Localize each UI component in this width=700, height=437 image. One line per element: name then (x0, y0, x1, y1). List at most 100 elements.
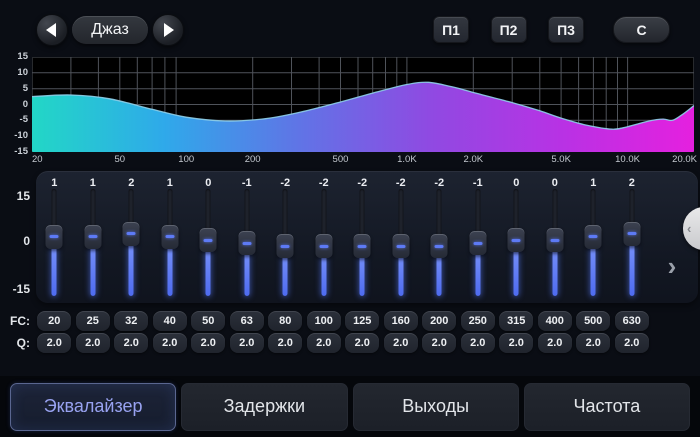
graph-y-tick: -15 (0, 147, 28, 157)
band-q-chip[interactable]: 2.0 (422, 333, 456, 353)
band-q-chip[interactable]: 2.0 (384, 333, 418, 353)
band-slider[interactable] (613, 189, 652, 296)
slider-axis-bottom-label: -15 (0, 282, 30, 296)
band-fc-chip[interactable]: 63 (230, 311, 264, 331)
tab-equalizer[interactable]: Эквалайзер (10, 383, 176, 431)
graph-x-tick: 20 (32, 154, 43, 165)
graph-x-tick: 2.0K (464, 154, 484, 165)
band-slider[interactable] (536, 189, 575, 296)
tab-delays[interactable]: Задержки (181, 383, 347, 431)
band-slider[interactable] (382, 189, 421, 296)
band-slider[interactable] (74, 189, 113, 296)
slider-thumb[interactable] (277, 234, 294, 258)
q-row-label: Q: (0, 336, 30, 350)
slider-thumb[interactable] (508, 228, 525, 252)
band-fc-chip[interactable]: 20 (37, 311, 71, 331)
band-slider[interactable] (343, 189, 382, 296)
band-slider[interactable] (35, 189, 74, 296)
band-q-chip[interactable]: 2.0 (576, 333, 610, 353)
slider-thumb[interactable] (46, 225, 63, 249)
band-slider[interactable] (228, 189, 267, 296)
preset-memory-button-2[interactable]: П2 (491, 16, 527, 43)
band-slider[interactable] (459, 189, 498, 296)
eq-band-32hz: 2 32 2.0 (112, 171, 151, 356)
band-fc-chip[interactable]: 50 (191, 311, 225, 331)
band-fc-chip[interactable]: 630 (615, 311, 649, 331)
band-fc-chip[interactable]: 32 (114, 311, 148, 331)
eq-band-630hz: 2 630 2.0 (613, 171, 652, 356)
slider-thumb[interactable] (161, 225, 178, 249)
band-fc-chip[interactable]: 250 (461, 311, 495, 331)
slider-thumb-marker-icon (127, 232, 136, 235)
band-fc-chip[interactable]: 100 (307, 311, 341, 331)
band-gain-value: -1 (459, 177, 498, 189)
preset-prev-button[interactable] (36, 14, 68, 46)
band-fc-chip[interactable]: 315 (499, 311, 533, 331)
band-q-chip[interactable]: 2.0 (153, 333, 187, 353)
slider-thumb[interactable] (546, 228, 563, 252)
band-slider[interactable] (574, 189, 613, 296)
graph-y-tick: 5 (0, 84, 28, 94)
next-bands-chevron[interactable]: › (659, 251, 685, 281)
tab-outputs[interactable]: Выходы (353, 383, 519, 431)
slider-thumb[interactable] (469, 231, 486, 255)
slider-thumb[interactable] (392, 234, 409, 258)
band-slider[interactable] (420, 189, 459, 296)
band-slider[interactable] (497, 189, 536, 296)
band-gain-value: 1 (35, 177, 74, 189)
band-gain-value: -2 (305, 177, 344, 189)
preset-memory-button-3[interactable]: П3 (548, 16, 584, 43)
band-q-chip[interactable]: 2.0 (538, 333, 572, 353)
slider-thumb[interactable] (354, 234, 371, 258)
eq-band-80hz: -2 80 2.0 (266, 171, 305, 356)
band-slider[interactable] (112, 189, 151, 296)
slider-thumb[interactable] (84, 225, 101, 249)
band-fc-chip[interactable]: 25 (76, 311, 110, 331)
band-q-chip[interactable]: 2.0 (461, 333, 495, 353)
band-q-chip[interactable]: 2.0 (345, 333, 379, 353)
band-q-chip[interactable]: 2.0 (615, 333, 649, 353)
band-q-chip[interactable]: 2.0 (191, 333, 225, 353)
graph-x-tick: 100 (178, 154, 194, 165)
band-q-chip[interactable]: 2.0 (76, 333, 110, 353)
band-fc-chip[interactable]: 500 (576, 311, 610, 331)
slider-thumb[interactable] (623, 222, 640, 246)
band-fc-chip[interactable]: 400 (538, 311, 572, 331)
right-arrow-icon (164, 23, 174, 37)
slider-thumb[interactable] (238, 231, 255, 255)
band-q-chip[interactable]: 2.0 (268, 333, 302, 353)
band-fc-chip[interactable]: 200 (422, 311, 456, 331)
slider-thumb[interactable] (123, 222, 140, 246)
reset-button[interactable]: С (613, 16, 670, 43)
band-slider[interactable] (151, 189, 190, 296)
band-q-chip[interactable]: 2.0 (307, 333, 341, 353)
band-q-chip[interactable]: 2.0 (499, 333, 533, 353)
slider-thumb[interactable] (315, 234, 332, 258)
tab-frequency[interactable]: Частота (524, 383, 690, 431)
graph-y-tick: 0 (0, 100, 28, 110)
slider-thumb[interactable] (585, 225, 602, 249)
band-q-chip[interactable]: 2.0 (37, 333, 71, 353)
band-fc-chip[interactable]: 80 (268, 311, 302, 331)
slider-thumb[interactable] (431, 234, 448, 258)
slider-thumb-marker-icon (319, 245, 328, 248)
preset-name[interactable]: Джаз (72, 16, 148, 44)
slider-thumb[interactable] (200, 228, 217, 252)
graph-x-tick: 1.0K (397, 154, 417, 165)
eq-band-200hz: -2 200 2.0 (420, 171, 459, 356)
slider-thumb-marker-icon (473, 242, 482, 245)
band-slider[interactable] (266, 189, 305, 296)
slider-thumb-marker-icon (627, 232, 636, 235)
slider-thumb-marker-icon (88, 235, 97, 238)
slider-thumb-marker-icon (512, 239, 521, 242)
band-gain-value: 2 (112, 177, 151, 189)
preset-next-button[interactable] (152, 14, 184, 46)
band-q-chip[interactable]: 2.0 (114, 333, 148, 353)
preset-memory-button-1[interactable]: П1 (433, 16, 469, 43)
band-slider[interactable] (305, 189, 344, 296)
band-fc-chip[interactable]: 125 (345, 311, 379, 331)
band-q-chip[interactable]: 2.0 (230, 333, 264, 353)
band-fc-chip[interactable]: 160 (384, 311, 418, 331)
band-slider[interactable] (189, 189, 228, 296)
band-fc-chip[interactable]: 40 (153, 311, 187, 331)
